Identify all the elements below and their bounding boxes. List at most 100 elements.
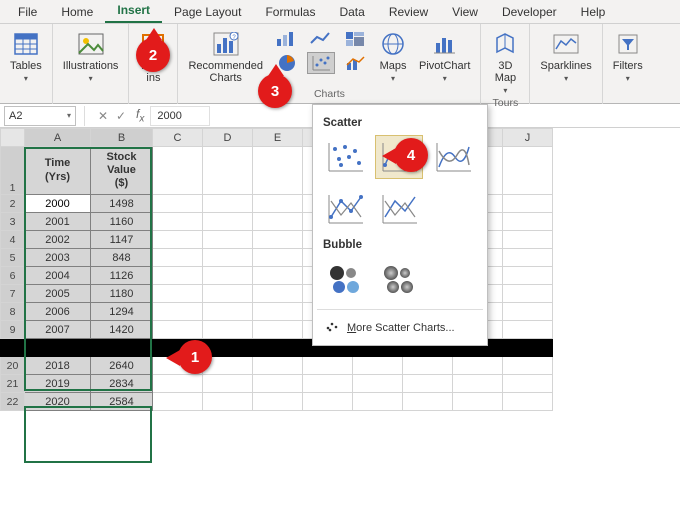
tab-formulas[interactable]: Formulas <box>253 1 327 23</box>
3dmap-button[interactable]: 3D Map ▾ <box>489 28 521 97</box>
col-header-C[interactable]: C <box>153 129 203 147</box>
cell[interactable] <box>253 147 303 195</box>
cancel-formula-button[interactable]: ✕ <box>94 109 112 123</box>
cell[interactable]: 2019 <box>25 375 91 393</box>
scatter-markers-button[interactable] <box>321 135 369 179</box>
cell[interactable] <box>253 267 303 285</box>
row-header[interactable]: 8 <box>1 303 25 321</box>
row-header[interactable]: 1 <box>1 147 25 195</box>
cell[interactable]: 2002 <box>25 231 91 249</box>
cell[interactable]: 2000 <box>25 195 91 213</box>
cell[interactable] <box>153 249 203 267</box>
cell[interactable] <box>353 357 403 375</box>
cell[interactable]: 1126 <box>91 267 153 285</box>
cell[interactable] <box>253 285 303 303</box>
cell[interactable] <box>503 285 553 303</box>
row-header[interactable]: 9 <box>1 321 25 339</box>
cell[interactable] <box>153 375 203 393</box>
cell[interactable] <box>153 303 203 321</box>
col-header-D[interactable]: D <box>203 129 253 147</box>
cell[interactable]: 1160 <box>91 213 153 231</box>
tables-button[interactable]: Tables ▾ <box>8 28 44 85</box>
cell[interactable] <box>253 231 303 249</box>
row-header[interactable]: 3 <box>1 213 25 231</box>
sparklines-button[interactable]: Sparklines ▾ <box>538 28 593 85</box>
col-header-E[interactable]: E <box>253 129 303 147</box>
cell[interactable] <box>203 321 253 339</box>
cell[interactable] <box>203 285 253 303</box>
cell[interactable] <box>503 357 553 375</box>
cell-A1[interactable]: Time(Yrs) <box>25 147 91 195</box>
cell[interactable]: 1420 <box>91 321 153 339</box>
cell[interactable]: 2020 <box>25 393 91 411</box>
col-header-J[interactable]: J <box>503 129 553 147</box>
cell[interactable] <box>503 303 553 321</box>
tab-insert[interactable]: Insert <box>105 0 162 23</box>
cell[interactable] <box>503 147 553 195</box>
cell[interactable] <box>353 393 403 411</box>
cell[interactable]: 2018 <box>25 357 91 375</box>
tab-home[interactable]: Home <box>49 1 105 23</box>
recommended-charts-button[interactable]: ? Recommended Charts <box>186 28 265 86</box>
tab-help[interactable]: Help <box>569 1 618 23</box>
cell[interactable] <box>503 213 553 231</box>
row-header[interactable]: 2 <box>1 195 25 213</box>
chart-combo-button[interactable] <box>341 52 369 74</box>
cell[interactable] <box>203 195 253 213</box>
cell[interactable] <box>503 393 553 411</box>
name-box[interactable]: A2 ▾ <box>4 106 76 126</box>
cell[interactable] <box>153 285 203 303</box>
formula-input[interactable]: 2000 <box>150 106 210 126</box>
cell[interactable] <box>253 375 303 393</box>
cell[interactable] <box>203 303 253 321</box>
cell[interactable]: 2584 <box>91 393 153 411</box>
cell[interactable] <box>403 357 453 375</box>
cell[interactable] <box>503 321 553 339</box>
cell[interactable] <box>403 393 453 411</box>
cell[interactable] <box>153 321 203 339</box>
chart-scatter-button[interactable] <box>307 52 335 74</box>
chart-line-button[interactable] <box>307 28 335 50</box>
row-header[interactable]: 4 <box>1 231 25 249</box>
tab-data[interactable]: Data <box>327 1 376 23</box>
cell[interactable]: 1294 <box>91 303 153 321</box>
cell[interactable] <box>203 393 253 411</box>
tab-view[interactable]: View <box>440 1 490 23</box>
cell[interactable] <box>453 393 503 411</box>
col-header-A[interactable]: A <box>25 129 91 147</box>
cell[interactable] <box>203 147 253 195</box>
cell[interactable] <box>253 321 303 339</box>
col-header-B[interactable]: B <box>91 129 153 147</box>
cell[interactable] <box>253 249 303 267</box>
cell[interactable] <box>353 375 403 393</box>
cell[interactable] <box>203 249 253 267</box>
cell[interactable] <box>503 195 553 213</box>
cell[interactable] <box>203 375 253 393</box>
cell[interactable] <box>203 213 253 231</box>
tab-pagelayout[interactable]: Page Layout <box>162 1 253 23</box>
cell[interactable] <box>503 249 553 267</box>
cell[interactable]: 1180 <box>91 285 153 303</box>
chart-hierarchy-button[interactable] <box>341 28 369 50</box>
tab-developer[interactable]: Developer <box>490 1 569 23</box>
cell[interactable] <box>403 375 453 393</box>
row-header[interactable]: 22 <box>1 393 25 411</box>
cell[interactable] <box>253 195 303 213</box>
cell[interactable]: 2003 <box>25 249 91 267</box>
cell-B1[interactable]: StockValue($) <box>91 147 153 195</box>
cell[interactable] <box>153 393 203 411</box>
row-header[interactable]: 5 <box>1 249 25 267</box>
cell[interactable] <box>303 375 353 393</box>
enter-formula-button[interactable]: ✓ <box>112 109 130 123</box>
scatter-straight-lines-button[interactable] <box>375 187 423 231</box>
maps-button[interactable]: Maps ▾ <box>377 28 409 85</box>
cell[interactable] <box>453 357 503 375</box>
cell[interactable] <box>203 231 253 249</box>
chart-bar-button[interactable] <box>273 28 301 50</box>
cell[interactable] <box>253 393 303 411</box>
select-all-corner[interactable] <box>1 129 25 147</box>
cell[interactable] <box>153 213 203 231</box>
bubble-2d-button[interactable] <box>321 257 369 301</box>
tab-review[interactable]: Review <box>377 1 440 23</box>
cell[interactable] <box>153 147 203 195</box>
